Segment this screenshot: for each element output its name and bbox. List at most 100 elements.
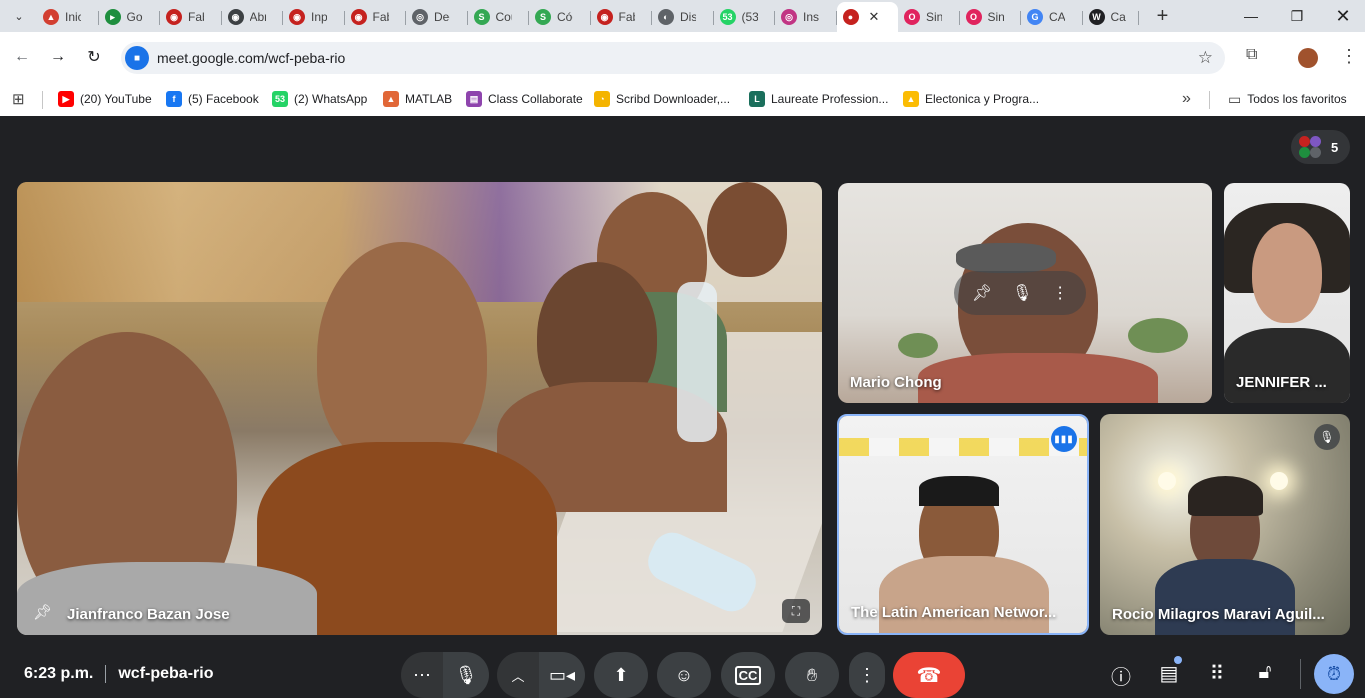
end-call-icon: ☎︎ <box>916 664 942 687</box>
more-options-icon[interactable]: ⋮ <box>1052 283 1068 303</box>
tab-favicon-icon: ◉ <box>289 9 305 25</box>
bookmark-label: Class Collaborate <box>488 92 583 106</box>
tab-title: Código <box>557 10 573 24</box>
tab-title: FabLab <box>188 10 204 24</box>
browser-tab[interactable]: S Código <box>529 4 591 30</box>
browser-tab[interactable]: O Sin título <box>898 4 960 30</box>
tile-hover-controls: 📌︎ 🎙︎ ⋮ <box>954 271 1086 315</box>
bookmark-item[interactable]: L Laureate Profession... <box>749 88 888 110</box>
folder-icon: ▭ <box>1228 90 1242 107</box>
browser-tab[interactable]: 53 (53) WhatsApp <box>714 4 776 30</box>
bookmark-item[interactable]: ▲ MATLAB <box>383 88 452 110</box>
new-tab-button[interactable]: + <box>1149 5 1177 28</box>
browser-tab[interactable]: ◎ Instagram <box>775 4 837 30</box>
address-bar[interactable]: ■ meet.google.com/wcf-peba-rio ☆ <box>121 42 1225 74</box>
browser-tab[interactable]: ◎ Deep <box>406 4 468 30</box>
camera-icon: ▭◂ <box>548 664 576 685</box>
tab-favicon-icon: W <box>1088 9 1105 25</box>
bookmarks-divider-right <box>1209 91 1210 109</box>
tab-title: Deep <box>434 10 450 24</box>
all-bookmarks-folder[interactable]: ▭ Todos los favoritos <box>1228 88 1347 110</box>
chat-icon[interactable]: ▤ <box>1156 661 1182 686</box>
bookmark-favicon-icon: ◔ <box>594 91 610 107</box>
browser-tab[interactable]: ◉ FabLab <box>591 4 653 30</box>
bookmark-item[interactable]: ▤ Class Collaborate <box>466 88 583 110</box>
pin-tile-icon[interactable]: 📌︎ <box>972 283 992 303</box>
video-options-button[interactable]: ︿ <box>497 652 539 698</box>
browser-tab[interactable]: ◐ Discord <box>652 4 714 30</box>
microphone-button[interactable]: 🎙︎ <box>443 652 489 698</box>
more-options-button[interactable]: ⋮ <box>849 652 885 698</box>
main-video-tile[interactable]: 📌︎ Jianfranco Bazan Jose ⛶ <box>17 182 822 635</box>
more-audio-options-button[interactable]: ⋯ <box>401 652 443 698</box>
forward-icon[interactable]: → <box>46 45 70 69</box>
back-icon[interactable]: ← <box>10 45 34 69</box>
leave-call-button[interactable]: ☎︎ <box>893 652 965 698</box>
minimize-icon[interactable]: — <box>1228 0 1274 32</box>
video-tile-mario[interactable]: 📌︎ 🎙︎ ⋮ Mario Chong <box>838 183 1212 403</box>
browser-tab[interactable]: ◉ Inpulse <box>283 4 345 30</box>
hand-icon: ✋︎ <box>806 664 818 685</box>
tab-title: (53) WhatsApp <box>741 10 758 24</box>
reload-icon[interactable]: ↻ <box>82 45 106 69</box>
browser-tab[interactable]: ◉ Abrir <box>222 4 284 30</box>
tab-title: Sin título <box>987 10 1004 24</box>
browser-toolbar: ← → ↻ ■ meet.google.com/wcf-peba-rio ☆ ⧉… <box>0 32 1365 82</box>
tab-title: CAD <box>1049 10 1065 24</box>
meeting-info-icon[interactable]: ⓘ <box>1108 661 1134 690</box>
video-tile-latin-american-network[interactable]: ▮▮▮ The Latin American Networ... <box>837 414 1089 635</box>
captions-button[interactable]: CC <box>721 652 775 698</box>
reactions-button[interactable]: ☺ <box>657 652 711 698</box>
browser-tab[interactable]: ▸ Google Meet <box>99 4 161 30</box>
browser-tab[interactable]: W Ca <box>1083 4 1139 30</box>
timer-icon[interactable]: ⏰︎ <box>1314 654 1354 694</box>
meeting-details: 6:23 p.m. wcf-peba-rio <box>24 665 213 683</box>
raise-hand-button[interactable]: ✋︎ <box>785 652 839 698</box>
bookmark-label: Electonica y Progra... <box>925 92 1040 106</box>
url-text: meet.google.com/wcf-peba-rio <box>157 50 346 66</box>
present-screen-button[interactable]: ⬆︎ <box>594 652 648 698</box>
activities-grid-icon[interactable]: ⠿ <box>1204 661 1230 686</box>
speaking-indicator-icon: ▮▮▮ <box>1051 426 1077 452</box>
bookmark-item[interactable]: ▲ Electonica y Progra... <box>903 88 1039 110</box>
video-feed <box>17 182 822 635</box>
pin-icon: 📌︎ <box>33 604 53 621</box>
profile-avatar[interactable] <box>1298 48 1318 68</box>
meeting-info-divider <box>105 665 107 683</box>
tab-favicon-icon: ▸ <box>104 9 121 25</box>
bookmark-item[interactable]: ▶ (20) YouTube <box>58 88 152 110</box>
browser-tab[interactable]: O Sin título <box>960 4 1022 30</box>
browser-tab[interactable]: ◉ FabLab <box>160 4 222 30</box>
bookmark-favicon-icon: ▶ <box>58 91 74 107</box>
apps-grid-icon[interactable]: ⊞ <box>12 88 25 110</box>
camera-button[interactable]: ▭◂ <box>539 652 585 698</box>
chevron-up-icon: ︿ <box>511 668 525 684</box>
bookmark-item[interactable]: ◔ Scribd Downloader,... <box>594 88 730 110</box>
close-window-icon[interactable]: ✕ <box>1320 0 1365 32</box>
extensions-icon[interactable]: ⧉ <box>1246 46 1257 64</box>
participant-name: The Latin American Networ... <box>851 604 1057 621</box>
browser-tab[interactable]: ● ✕ <box>836 2 898 32</box>
video-tile-jennifer[interactable]: JENNIFER ... <box>1224 183 1350 403</box>
video-feed <box>1100 414 1350 635</box>
browser-tab[interactable]: ◉ FabLab <box>345 4 407 30</box>
browser-tab[interactable]: G CAD <box>1021 4 1083 30</box>
participants-chip[interactable]: 5 <box>1291 130 1350 164</box>
bookmark-item[interactable]: f (5) Facebook <box>166 88 259 110</box>
bookmark-star-icon[interactable]: ☆ <box>1198 48 1213 68</box>
more-bookmarks-icon[interactable]: » <box>1182 88 1191 110</box>
mic-icon[interactable]: 🎙︎ <box>1012 283 1032 303</box>
video-tile-rocio[interactable]: 🎙︎ Rocio Milagros Maravi Aguil... <box>1100 414 1350 635</box>
browser-tab[interactable]: S Course <box>468 4 530 30</box>
browser-tab[interactable]: ▲ Inicio <box>37 4 99 30</box>
chrome-menu-icon[interactable]: ⋮ <box>1340 46 1358 67</box>
fullscreen-icon[interactable]: ⛶ <box>782 599 810 623</box>
tab-favicon-icon: ◐ <box>658 9 674 25</box>
close-tab-icon[interactable]: ✕ <box>869 9 880 25</box>
site-info-icon[interactable]: ■ <box>125 46 149 70</box>
bookmark-label: (20) YouTube <box>80 92 152 106</box>
bookmark-item[interactable]: 53 (2) WhatsApp <box>272 88 367 110</box>
restore-icon[interactable]: ❐ <box>1274 0 1320 32</box>
tab-search-icon[interactable]: ⌄ <box>7 4 31 28</box>
host-controls-icon[interactable]: 🔓︎ <box>1252 661 1278 684</box>
